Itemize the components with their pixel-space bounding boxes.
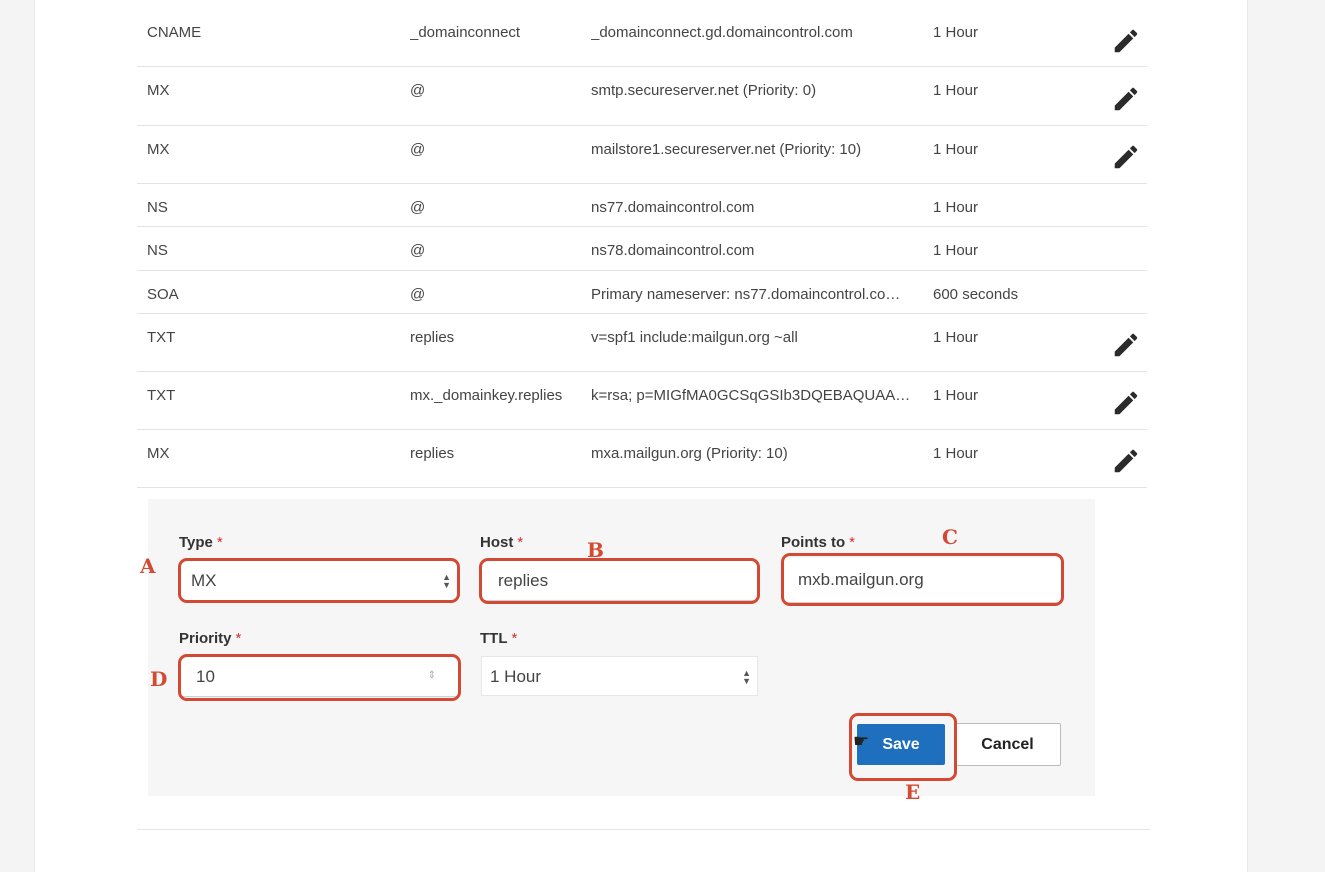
record-data: v=spf1 include:mailgun.org ~all <box>591 329 798 346</box>
record-row: SOA @ Primary nameserver: ns77.domaincon… <box>137 271 1147 314</box>
record-data: _domainconnect.gd.domaincontrol.com <box>591 24 853 41</box>
record-data: ns78.domaincontrol.com <box>591 242 755 259</box>
priority-label: Priority * <box>179 630 242 647</box>
record-data: k=rsa; p=MIGfMA0GCSqGSIb3DQEBAQUAA… <box>591 387 911 404</box>
cancel-button[interactable]: Cancel <box>954 723 1061 766</box>
points-to-label: Points to * <box>781 534 856 551</box>
select-arrows-icon: ▲ ▼ <box>442 572 451 590</box>
ttl-select[interactable]: 1 Hour ▲ ▼ <box>481 656 758 696</box>
record-ttl: 1 Hour <box>933 199 979 216</box>
record-name: @ <box>410 199 426 216</box>
record-type: NS <box>147 242 168 259</box>
edit-pencil-icon[interactable] <box>1111 388 1141 418</box>
record-data: mxa.mailgun.org (Priority: 10) <box>591 445 788 462</box>
record-name: mx._domainkey.replies <box>410 387 563 404</box>
select-arrows-icon: ▲ ▼ <box>742 668 751 686</box>
record-row: NS @ ns77.domaincontrol.com 1 Hour <box>137 184 1147 227</box>
marker-b: B <box>587 538 604 562</box>
record-data: ns77.domaincontrol.com <box>591 199 755 216</box>
marker-d: D <box>150 667 168 691</box>
record-name: replies <box>410 329 455 346</box>
required-mark: * <box>216 534 223 551</box>
edit-pencil-icon[interactable] <box>1111 142 1141 172</box>
save-button[interactable]: Save <box>857 724 945 765</box>
record-type: NS <box>147 199 168 216</box>
record-row: MX @ mailstore1.secureserver.net (Priori… <box>137 126 1147 184</box>
record-row: CNAME _domainconnect _domainconnect.gd.d… <box>137 0 1147 67</box>
record-type: MX <box>147 445 170 462</box>
host-label: Host * <box>480 534 524 551</box>
priority-input-value: 10 <box>196 667 215 686</box>
record-row: TXT replies v=spf1 include:mailgun.org ~… <box>137 314 1147 372</box>
record-ttl: 1 Hour <box>933 82 979 99</box>
record-data: mailstore1.secureserver.net (Priority: 1… <box>591 141 862 158</box>
record-name: @ <box>410 141 426 158</box>
record-ttl: 1 Hour <box>933 24 979 41</box>
record-ttl: 1 Hour <box>933 242 979 259</box>
record-ttl: 1 Hour <box>933 387 979 404</box>
record-type: MX <box>147 82 170 99</box>
priority-input[interactable]: 10 ⇕ <box>181 657 458 697</box>
record-type: CNAME <box>147 24 202 41</box>
ttl-label: TTL * <box>480 630 518 647</box>
record-ttl: 1 Hour <box>933 445 979 462</box>
marker-e: E <box>905 780 921 804</box>
record-type: TXT <box>147 329 176 346</box>
marker-a: A <box>140 554 156 578</box>
record-data: Primary nameserver: ns77.domaincontrol.c… <box>591 286 901 303</box>
divider <box>137 829 1150 830</box>
marker-c: C <box>942 525 958 549</box>
record-ttl: 600 seconds <box>933 286 1019 303</box>
host-input-value: replies <box>498 571 549 590</box>
record-name: @ <box>410 242 426 259</box>
record-name: @ <box>410 286 426 303</box>
record-data: smtp.secureserver.net (Priority: 0) <box>591 82 817 99</box>
required-mark: * <box>235 630 242 647</box>
hand-cursor-icon: ☛ <box>853 731 870 751</box>
record-row: TXT mx._domainkey.replies k=rsa; p=MIGfM… <box>137 372 1147 430</box>
points-to-input[interactable]: mxb.mailgun.org <box>784 558 1061 603</box>
required-mark: * <box>517 534 524 551</box>
record-row: MX @ smtp.secureserver.net (Priority: 0)… <box>137 67 1147 126</box>
record-row: MX replies mxa.mailgun.org (Priority: 10… <box>137 430 1147 488</box>
edit-pencil-icon[interactable] <box>1111 84 1141 114</box>
record-type: MX <box>147 141 170 158</box>
required-mark: * <box>511 630 518 647</box>
record-type: TXT <box>147 387 176 404</box>
record-ttl: 1 Hour <box>933 141 979 158</box>
edit-pencil-icon[interactable] <box>1111 446 1141 476</box>
number-spinner-icon[interactable]: ⇕ <box>428 670 436 681</box>
record-row: NS @ ns78.domaincontrol.com 1 Hour <box>137 227 1147 271</box>
record-type: SOA <box>147 286 179 303</box>
record-ttl: 1 Hour <box>933 329 979 346</box>
type-label: Type * <box>179 534 223 551</box>
record-name: _domainconnect <box>410 24 521 41</box>
edit-pencil-icon[interactable] <box>1111 330 1141 360</box>
type-select-value: MX <box>191 571 217 590</box>
edit-pencil-icon[interactable] <box>1111 26 1141 56</box>
type-select[interactable]: MX ▲ ▼ <box>181 561 457 601</box>
host-input[interactable]: replies <box>482 561 757 601</box>
required-mark: * <box>849 534 856 551</box>
record-name: replies <box>410 445 455 462</box>
points-to-input-value: mxb.mailgun.org <box>798 570 924 589</box>
ttl-select-value: 1 Hour <box>490 667 542 686</box>
record-name: @ <box>410 82 426 99</box>
